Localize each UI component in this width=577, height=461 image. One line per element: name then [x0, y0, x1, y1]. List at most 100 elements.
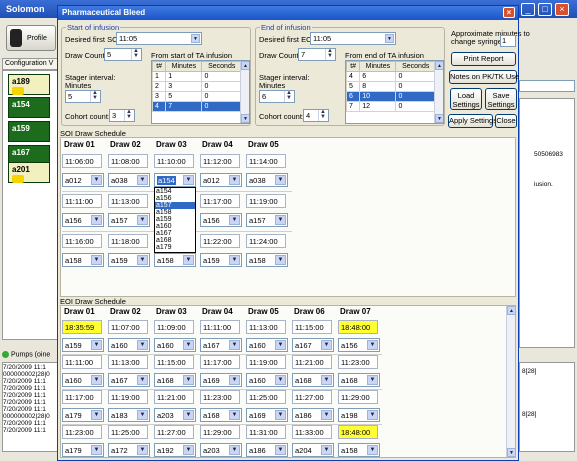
cell[interactable]: 0: [395, 81, 436, 92]
desired-eoi-input[interactable]: 11:05 ▼: [310, 32, 396, 45]
eoi-draw-count-stepper[interactable]: 7 ▲ ▼: [298, 48, 336, 61]
draw-time[interactable]: 11:09:00: [154, 320, 194, 334]
cell[interactable]: 0: [201, 91, 242, 102]
chevron-down-icon[interactable]: ▼: [91, 375, 102, 385]
chevron-down-icon[interactable]: ▼: [183, 445, 194, 455]
chevron-down-icon[interactable]: ▼: [275, 175, 286, 185]
dropdown-option[interactable]: a160: [155, 223, 195, 230]
animal-select[interactable]: a158 ▼: [338, 443, 380, 457]
cell[interactable]: 0: [395, 71, 436, 82]
tab-configuration[interactable]: Configuration V: [2, 58, 58, 70]
animal-select[interactable]: a169 ▼: [246, 408, 288, 422]
chevron-down-icon[interactable]: ▼: [91, 175, 102, 185]
chevron-down-icon[interactable]: ▼: [183, 175, 194, 185]
minimize-icon[interactable]: _: [521, 3, 535, 16]
cell[interactable]: 12: [359, 101, 397, 112]
draw-time[interactable]: 11:25:00: [246, 390, 286, 404]
chevron-down-icon[interactable]: ▼: [321, 445, 332, 455]
save-settings-button[interactable]: Save Settings: [485, 88, 517, 110]
draw-time[interactable]: 11:08:00: [108, 154, 148, 168]
chevron-down-icon[interactable]: ▼: [137, 175, 148, 185]
animal-select[interactable]: a159 ▼: [200, 253, 242, 267]
draw-time[interactable]: 11:21:00: [292, 355, 332, 369]
animal-select[interactable]: a186 ▼: [292, 408, 334, 422]
cell[interactable]: 4: [152, 101, 167, 112]
animal-dropdown-list[interactable]: a154 a156 a157 a158 a159 a160 a167 a168 …: [154, 187, 196, 253]
chevron-down-icon[interactable]: ▼: [183, 375, 194, 385]
table-scrollbar[interactable]: ▲ ▼: [240, 61, 249, 123]
dropdown-option[interactable]: a179: [155, 244, 195, 251]
chevron-down-icon[interactable]: ▼: [275, 445, 286, 455]
draw-time[interactable]: 11:15:00: [154, 355, 194, 369]
cell[interactable]: 0: [201, 71, 242, 82]
draw-time[interactable]: 11:25:00: [108, 425, 148, 439]
chevron-down-icon[interactable]: ▼: [385, 34, 394, 43]
draw-time[interactable]: 11:11:00: [62, 355, 102, 369]
draw-time[interactable]: 11:21:00: [154, 390, 194, 404]
animal-select[interactable]: a203 ▼: [154, 408, 196, 422]
chevron-down-icon[interactable]: ▼: [91, 340, 102, 350]
cell[interactable]: 3: [165, 81, 203, 92]
draw-time[interactable]: 11:29:00: [338, 390, 378, 404]
chevron-down-icon[interactable]: ▼: [321, 410, 332, 420]
close-icon[interactable]: ×: [555, 3, 569, 16]
chevron-down-icon[interactable]: ▼: [507, 448, 516, 457]
chevron-down-icon[interactable]: ▼: [229, 215, 240, 225]
chevron-down-icon[interactable]: ▼: [321, 375, 332, 385]
spinner-icon[interactable]: ▲ ▼: [284, 91, 293, 102]
bed-a201[interactable]: a201: [8, 162, 50, 183]
draw-time[interactable]: 11:27:00: [154, 425, 194, 439]
chevron-down-icon[interactable]: ▼: [229, 375, 240, 385]
chevron-down-icon[interactable]: ▼: [137, 340, 148, 350]
right-input[interactable]: [519, 80, 575, 92]
cell[interactable]: 0: [395, 101, 436, 112]
close-button[interactable]: Close: [495, 114, 517, 128]
animal-select[interactable]: a158 ▼: [246, 253, 288, 267]
chevron-down-icon[interactable]: ▼: [321, 340, 332, 350]
dropdown-option[interactable]: a159: [155, 216, 195, 223]
chevron-down-icon[interactable]: ▼: [229, 410, 240, 420]
animal-select[interactable]: a158 ▼: [154, 253, 196, 267]
draw-time[interactable]: 11:14:00: [246, 154, 286, 168]
draw-time[interactable]: 18:48:00: [338, 425, 378, 439]
animal-select[interactable]: a168 ▼: [338, 373, 380, 387]
cell[interactable]: 2: [152, 81, 167, 92]
cell[interactable]: 3: [152, 91, 167, 102]
draw-time[interactable]: 18:48:00: [338, 320, 378, 334]
animal-select[interactable]: a160 ▼: [62, 373, 104, 387]
draw-time[interactable]: 11:29:00: [200, 425, 240, 439]
chevron-down-icon[interactable]: ▼: [183, 410, 194, 420]
dropdown-option[interactable]: a157: [155, 202, 195, 209]
spinner-icon[interactable]: ▲ ▼: [318, 110, 327, 121]
chevron-down-icon[interactable]: ▼: [91, 215, 102, 225]
spinner-icon[interactable]: ▲ ▼: [124, 110, 133, 121]
chevron-down-icon[interactable]: ▼: [91, 445, 102, 455]
dropdown-option[interactable]: a168: [155, 237, 195, 244]
chevron-down-icon[interactable]: ▼: [229, 175, 240, 185]
chevron-down-icon[interactable]: ▼: [367, 375, 378, 385]
cell[interactable]: 5: [346, 81, 361, 92]
print-report-button[interactable]: Print Report: [451, 52, 516, 66]
soi-draw-count-stepper[interactable]: 5 ▲ ▼: [104, 48, 142, 61]
draw-time[interactable]: 11:22:00: [200, 234, 240, 248]
animal-select[interactable]: a038 ▼: [246, 173, 288, 187]
table-row[interactable]: 460: [346, 71, 436, 82]
spinner-icon[interactable]: ▲ ▼: [90, 91, 99, 102]
animal-select[interactable]: a168 ▼: [200, 408, 242, 422]
animal-select[interactable]: a012 ▼: [200, 173, 242, 187]
animal-select[interactable]: a183 ▼: [108, 408, 150, 422]
animal-select[interactable]: a167 ▼: [292, 338, 334, 352]
apply-settings-button[interactable]: Apply Settings: [448, 114, 497, 128]
animal-select[interactable]: a038 ▼: [108, 173, 150, 187]
animal-select[interactable]: a167 ▼: [108, 373, 150, 387]
cell[interactable]: 7: [165, 101, 203, 112]
cell[interactable]: 1: [152, 71, 167, 82]
chevron-down-icon[interactable]: ▼: [91, 255, 102, 265]
draw-time[interactable]: 11:19:00: [108, 390, 148, 404]
table-row[interactable]: 580: [346, 81, 436, 92]
animal-select[interactable]: a168 ▼: [154, 373, 196, 387]
chevron-down-icon[interactable]: ▼: [191, 34, 200, 43]
animal-select[interactable]: a157 ▼: [246, 213, 288, 227]
animal-select[interactable]: a156 ▼: [62, 213, 104, 227]
cell[interactable]: 5: [165, 91, 203, 102]
